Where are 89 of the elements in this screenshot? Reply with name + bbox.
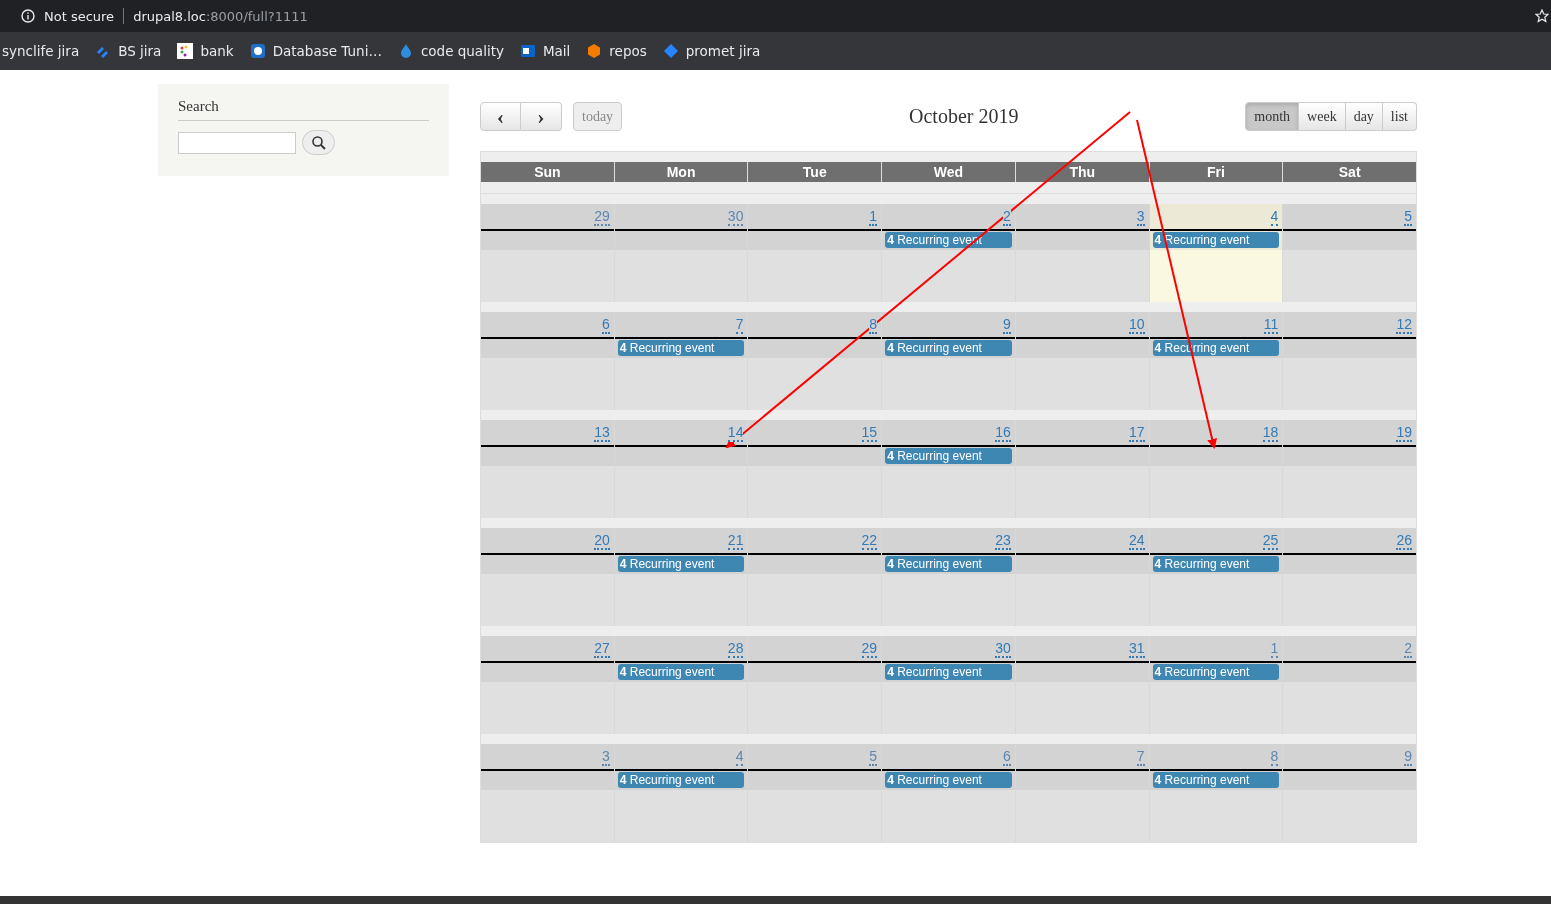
day-number[interactable]: 4 <box>735 748 744 766</box>
weekday-header: Wed <box>881 162 1015 182</box>
bookmark-item[interactable]: Mail <box>519 43 571 59</box>
day-number[interactable]: 19 <box>1396 424 1413 442</box>
search-field[interactable] <box>178 131 296 154</box>
event-chip[interactable]: 4 Recurring event <box>885 772 1012 788</box>
day-number[interactable]: 6 <box>1003 748 1011 766</box>
search-button[interactable] <box>302 130 335 155</box>
day-number[interactable]: 30 <box>727 208 744 226</box>
day-number[interactable]: 29 <box>861 640 878 658</box>
day-number[interactable]: 16 <box>995 424 1011 442</box>
weekday-header: Sun <box>533 163 562 182</box>
day-number[interactable]: 28 <box>727 640 744 658</box>
view-tab[interactable]: list <box>1382 102 1417 131</box>
cube-icon <box>586 43 603 59</box>
previous-button[interactable]: ‹ <box>480 102 521 131</box>
mail-icon <box>519 43 536 59</box>
day-number[interactable]: 1 <box>1270 640 1279 658</box>
day-number[interactable]: 31 <box>1129 640 1145 658</box>
day-number[interactable]: 23 <box>995 532 1011 550</box>
event-chip[interactable]: 4 Recurring event <box>885 340 1012 356</box>
search-icon <box>310 134 327 151</box>
view-tab[interactable]: day <box>1345 102 1383 131</box>
day-number[interactable]: 24 <box>1129 532 1145 550</box>
day-number[interactable]: 18 <box>1262 424 1279 442</box>
weekday-header: Mon <box>613 162 748 182</box>
day-number[interactable]: 25 <box>1262 532 1279 550</box>
day-number[interactable]: 20 <box>594 532 610 550</box>
view-tab[interactable]: week <box>1299 102 1346 131</box>
bookmark-item[interactable]: promet jira <box>662 43 761 59</box>
day-number[interactable]: 3 <box>601 748 610 766</box>
event-chip[interactable]: 4 Recurring event <box>617 664 745 680</box>
weekday-header: Thu <box>1014 162 1149 182</box>
day-number[interactable]: 30 <box>995 640 1011 658</box>
day-number[interactable]: 6 <box>601 316 610 334</box>
day-number[interactable]: 11 <box>1263 316 1279 334</box>
url-text[interactable]: drupal8.loc:8000/full?1111 <box>133 8 308 24</box>
day-number[interactable]: 13 <box>594 424 610 442</box>
day-number[interactable]: 5 <box>1404 208 1413 226</box>
bookmark-item[interactable]: Database Tuni… <box>249 43 382 59</box>
day-number[interactable]: 27 <box>594 640 610 658</box>
day-number[interactable]: 12 <box>1396 316 1413 334</box>
event-chip[interactable]: 4 Recurring event <box>617 772 745 788</box>
event-chip[interactable]: 4 Recurring event <box>1152 772 1280 788</box>
weekday-header: Sat <box>1282 162 1417 182</box>
event-chip[interactable]: 4 Recurring event <box>617 340 745 356</box>
security-label: Not secure <box>44 8 115 24</box>
star-icon[interactable] <box>1535 9 1549 23</box>
event-chip[interactable]: 4 Recurring event <box>1152 556 1280 572</box>
day-number[interactable]: 8 <box>1270 748 1279 766</box>
day-number[interactable]: 2 <box>1003 208 1011 226</box>
event-chip[interactable]: 4 Recurring event <box>885 448 1012 464</box>
event-chip[interactable]: 4 Recurring event <box>885 556 1012 572</box>
view-tab[interactable]: month <box>1245 102 1300 131</box>
day-number[interactable]: 14 <box>727 424 744 442</box>
day-number[interactable]: 8 <box>869 316 878 334</box>
dots-icon <box>177 43 194 59</box>
day-number[interactable]: 22 <box>861 532 878 550</box>
next-button[interactable]: › <box>521 102 562 131</box>
event-chip[interactable]: 4 Recurring event <box>885 664 1012 680</box>
day-number[interactable]: 17 <box>1129 424 1145 442</box>
info-icon <box>21 9 35 23</box>
day-number[interactable]: 9 <box>1003 316 1011 334</box>
diamond-icon <box>662 43 679 59</box>
search-heading: Search <box>178 98 429 121</box>
weekday-header: Tue <box>747 162 882 182</box>
day-number[interactable]: 1 <box>869 208 878 226</box>
bookmark-item[interactable]: code quality <box>397 43 504 59</box>
day-number[interactable]: 15 <box>861 424 878 442</box>
day-number[interactable]: 7 <box>735 316 744 334</box>
day-number[interactable]: 4 <box>1270 208 1279 226</box>
calendar-title: October 2019 <box>909 105 1019 128</box>
day-number[interactable]: 2 <box>1404 640 1413 658</box>
event-chip[interactable]: 4 Recurring event <box>617 556 745 572</box>
day-number[interactable]: 9 <box>1404 748 1413 766</box>
bookmark-item[interactable]: synclife jira <box>2 43 80 59</box>
bookmark-item[interactable]: BS jira <box>95 43 162 59</box>
day-number[interactable]: 26 <box>1396 532 1413 550</box>
day-number[interactable]: 3 <box>1136 208 1145 226</box>
bookmark-item[interactable]: repos <box>586 43 647 59</box>
day-number[interactable]: 5 <box>869 748 878 766</box>
day-number[interactable]: 29 <box>594 208 610 226</box>
bookmark-item[interactable]: bank <box>177 43 234 59</box>
day-number[interactable]: 10 <box>1129 316 1145 334</box>
day-number[interactable]: 7 <box>1136 748 1145 766</box>
today-button[interactable]: today <box>573 102 623 131</box>
day-number[interactable]: 21 <box>727 532 744 550</box>
event-chip[interactable]: 4 Recurring event <box>1152 664 1280 680</box>
weekday-header: Fri <box>1148 162 1283 182</box>
